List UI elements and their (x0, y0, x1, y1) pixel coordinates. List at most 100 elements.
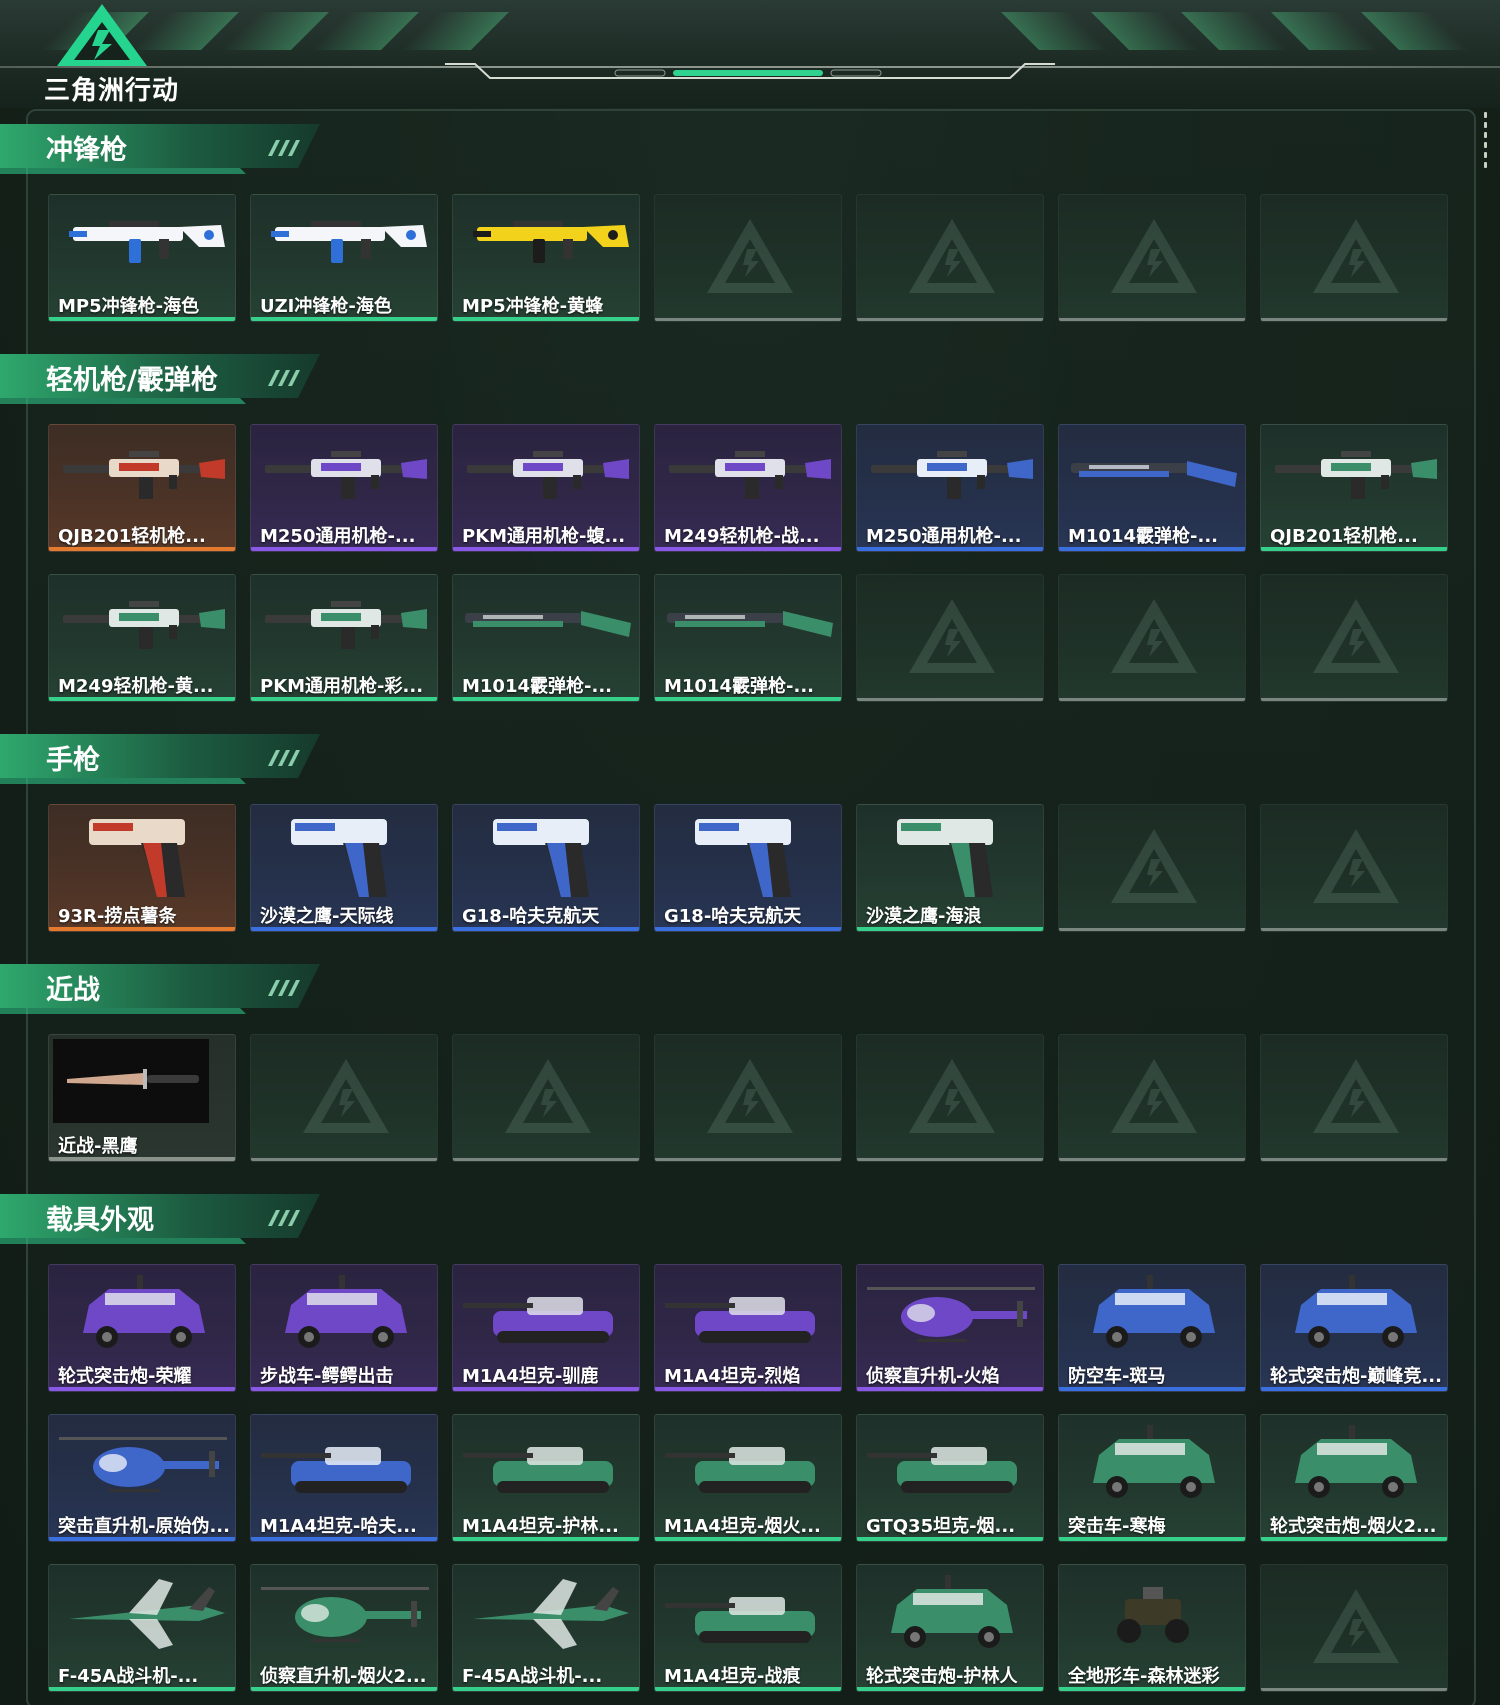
rarity-bar (251, 1537, 437, 1541)
rarity-bar (49, 1157, 235, 1161)
skin-card[interactable]: M1014霰弹枪-... (654, 574, 842, 702)
rarity-bar (453, 927, 639, 931)
skin-card[interactable]: MP5冲锋枪-海色 (48, 194, 236, 322)
skin-card-label: QJB201轻机枪... (58, 526, 206, 547)
atv-skin-icon (1117, 1587, 1189, 1643)
skin-card[interactable]: M249轻机枪-战... (654, 424, 842, 552)
shotgun-skin-icon (1071, 461, 1237, 487)
lmg-skin-icon (63, 451, 225, 499)
skin-card[interactable]: M1A4坦克-驯鹿 (452, 1264, 640, 1392)
skin-card-label: F-45A战斗机-... (462, 1666, 603, 1687)
skin-card[interactable]: QJB201轻机枪... (1260, 424, 1448, 552)
skin-card-label: M1A4坦克-烟火... (664, 1516, 821, 1537)
pistol-skin-icon (897, 819, 993, 897)
skin-card-label: 突击直升机-原始伪... (58, 1516, 230, 1537)
skin-card[interactable]: 突击车-寒梅 (1058, 1414, 1246, 1542)
skin-card[interactable]: 防空车-斑马 (1058, 1264, 1246, 1392)
scrollbar-indicator[interactable] (1484, 112, 1488, 172)
heli-skin-icon (59, 1437, 227, 1492)
skin-card[interactable]: UZI冲锋枪-海色 (250, 194, 438, 322)
pistol-skin-icon (695, 819, 791, 897)
empty-slot (250, 1034, 438, 1162)
skin-card[interactable]: M1A4坦克-战痕 (654, 1564, 842, 1692)
rarity-bar (1059, 547, 1245, 551)
skin-card[interactable]: 轮式突击炮-荣耀 (48, 1264, 236, 1392)
slot-watermark-icon (909, 1059, 995, 1133)
slot-watermark-icon (505, 1059, 591, 1133)
skin-card-label: 近战-黑鹰 (58, 1136, 138, 1157)
section-title: 轻机枪/霰弹枪 (46, 365, 218, 396)
skin-card-label: M1A4坦克-驯鹿 (462, 1366, 599, 1387)
skin-card-label: G18-哈夫克航天 (462, 906, 600, 927)
section-header: 载具外观 (0, 1190, 330, 1248)
empty-slot (856, 194, 1044, 322)
skin-card[interactable]: 轮式突击炮-巅峰竞... (1260, 1264, 1448, 1392)
apc-skin-icon (285, 1275, 407, 1348)
skin-card[interactable]: M250通用机枪-... (250, 424, 438, 552)
slot-watermark-icon (1111, 1059, 1197, 1133)
skin-card-label: 防空车-斑马 (1068, 1366, 1166, 1387)
skin-card[interactable]: M1014霰弹枪-... (452, 574, 640, 702)
rarity-bar (1059, 1537, 1245, 1541)
header-stripe (1001, 12, 1109, 50)
skin-card[interactable]: 沙漠之鹰-海浪 (856, 804, 1044, 932)
skin-card[interactable]: G18-哈夫克航天 (654, 804, 842, 932)
rarity-bar (655, 1537, 841, 1541)
header-center-ornament (445, 63, 1055, 79)
rarity-bar (49, 1537, 235, 1541)
skin-card[interactable]: M249轻机枪-黄... (48, 574, 236, 702)
skin-card[interactable]: PKM通用机枪-蝮... (452, 424, 640, 552)
header-stripe (311, 12, 419, 50)
skin-card-label: PKM通用机枪-蝮... (462, 526, 626, 547)
header-stripe (401, 12, 509, 50)
skin-card[interactable]: 突击直升机-原始伪... (48, 1414, 236, 1542)
skin-card[interactable]: QJB201轻机枪... (48, 424, 236, 552)
slot-watermark-icon (1313, 1589, 1399, 1663)
skin-card[interactable]: 轮式突击炮-烟火2... (1260, 1414, 1448, 1542)
skin-card[interactable]: M250通用机枪-... (856, 424, 1044, 552)
skin-card[interactable]: F-45A战斗机-... (452, 1564, 640, 1692)
section-title: 近战 (46, 975, 100, 1006)
skin-card-label: 轮式突击炮-烟火2... (1270, 1516, 1437, 1537)
skin-card[interactable]: 轮式突击炮-护林人 (856, 1564, 1044, 1692)
lmg-skin-icon (1275, 451, 1437, 499)
skin-card[interactable]: M1A4坦克-烟火... (654, 1414, 842, 1542)
skin-card-label: UZI冲锋枪-海色 (260, 296, 392, 317)
heli-skin-icon (261, 1587, 429, 1642)
skin-card[interactable]: M1014霰弹枪-... (1058, 424, 1246, 552)
rarity-bar (49, 1387, 235, 1391)
skin-card[interactable]: GTQ35坦克-烟... (856, 1414, 1044, 1542)
mg-skin-icon (265, 451, 427, 499)
skin-card[interactable]: 全地形车-森林迷彩 (1058, 1564, 1246, 1692)
empty-slot (1058, 804, 1246, 932)
heli-skin-icon (867, 1287, 1035, 1342)
slot-watermark-icon (909, 219, 995, 293)
rarity-bar (1059, 1687, 1245, 1691)
skin-card[interactable]: MP5冲锋枪-黄蜂 (452, 194, 640, 322)
skin-card[interactable]: F-45A战斗机-... (48, 1564, 236, 1692)
skin-card[interactable]: M1A4坦克-护林... (452, 1414, 640, 1542)
skin-card[interactable]: G18-哈夫克航天 (452, 804, 640, 932)
slot-watermark-icon (707, 219, 793, 293)
skin-card-label: 沙漠之鹰-海浪 (866, 906, 982, 927)
skin-card-label: 侦察直升机-火焰 (866, 1366, 1000, 1387)
skin-card[interactable]: M1A4坦克-烈焰 (654, 1264, 842, 1392)
skin-card[interactable]: 侦察直升机-烟火2... (250, 1564, 438, 1692)
rarity-bar (251, 547, 437, 551)
slot-watermark-icon (1111, 829, 1197, 903)
slot-watermark-icon (909, 599, 995, 673)
skin-card[interactable]: PKM通用机枪-彩... (250, 574, 438, 702)
car-skin-icon (83, 1275, 205, 1348)
skin-card[interactable]: 沙漠之鹰-天际线 (250, 804, 438, 932)
section-header: 近战 (0, 960, 330, 1018)
skin-card[interactable]: M1A4坦克-哈夫... (250, 1414, 438, 1542)
header-stripe (1361, 12, 1469, 50)
section-title: 冲锋枪 (46, 135, 127, 166)
rarity-bar (655, 697, 841, 701)
skin-card[interactable]: 93R-捞点薯条 (48, 804, 236, 932)
skin-card[interactable]: 侦察直升机-火焰 (856, 1264, 1044, 1392)
inventory-screen: 三角洲行动 冲锋枪 MP5冲锋枪-海色 UZI冲锋枪-海色 MP5冲锋枪-黄蜂 … (0, 0, 1500, 1705)
skin-card[interactable]: 步战车-鳄鳄出击 (250, 1264, 438, 1392)
empty-slot (1260, 574, 1448, 702)
skin-card[interactable]: 近战-黑鹰 (48, 1034, 236, 1162)
